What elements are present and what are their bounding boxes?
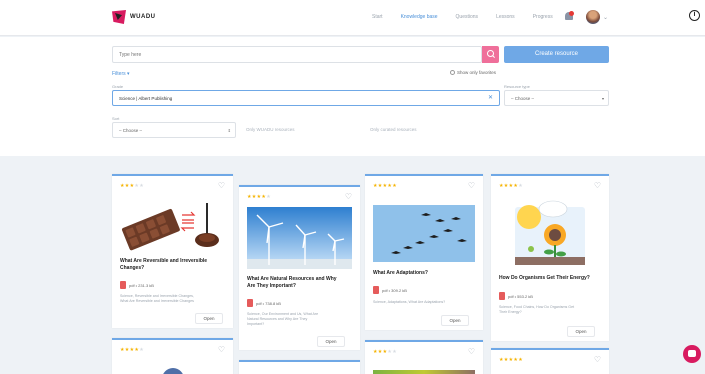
nav-lessons[interactable]: Lessons [496, 14, 515, 20]
favorites-checkbox[interactable]: Show only favorites [450, 70, 496, 75]
open-button[interactable]: Open [317, 336, 345, 347]
logo-text: WUADU [130, 14, 156, 20]
rating-stars: ★★★★★ [247, 194, 271, 200]
resource-card[interactable]: ★★★★★ ♡ How Do Organisms Get Their Energ… [491, 174, 609, 341]
card-title[interactable]: What Are Reversible and Irreversible Chan… [120, 258, 207, 272]
chat-icon[interactable] [683, 345, 701, 363]
star-icon: ★ [266, 194, 271, 200]
info-icon[interactable]: i [689, 10, 700, 21]
star-icon: ★ [518, 183, 523, 189]
sort-label: Sort [112, 116, 120, 121]
nav-questions[interactable]: Questions [456, 14, 479, 20]
card-thumbnail [515, 200, 585, 265]
card-thumbnail [122, 203, 219, 251]
rating-stars: ★★★★★ [120, 347, 144, 353]
search-input[interactable] [112, 46, 482, 63]
logo[interactable]: WUADU [112, 10, 156, 24]
top-bar: WUADU Start Knowledge base Questions Les… [0, 0, 705, 36]
card-thumbnail [373, 205, 475, 262]
nav-start[interactable]: Start [372, 14, 383, 20]
filters-toggle[interactable]: Filters ▾ [112, 71, 130, 77]
rating-stars: ★★★★★ [120, 183, 144, 189]
pdf-icon [373, 286, 379, 294]
close-icon[interactable]: ✕ [488, 94, 493, 101]
nav-progress[interactable]: Progress [533, 14, 553, 20]
open-button[interactable]: Open [195, 313, 223, 324]
card-thumbnail [162, 368, 184, 374]
card-title[interactable]: What Are Adaptations? [373, 270, 428, 277]
grade-label: Grade [112, 84, 124, 89]
card-tags: Science, Our Environment and Us, What Ar… [247, 312, 319, 326]
rating-stars: ★★★★★ [373, 349, 397, 355]
resource-type-value: – Choose – [511, 96, 535, 101]
file-info: pdf • 309.2 kB [373, 286, 407, 294]
file-info: pdf • 553.2 kB [499, 292, 533, 300]
open-button[interactable]: Open [567, 326, 595, 337]
card-tags: Science, Reversible and Irreversible Cha… [120, 294, 194, 303]
create-resource-button[interactable]: Create resource [504, 46, 609, 63]
pdf-icon [499, 292, 505, 300]
resource-type-label: Resource type [504, 84, 530, 89]
resource-card[interactable]: ★★★★★ ♡ [491, 348, 609, 374]
checkbox-icon [450, 70, 455, 75]
sort-select[interactable]: – Choose – ⇕ [112, 122, 236, 138]
chevron-down-icon: ▾ [601, 96, 604, 101]
card-thumbnail [247, 207, 352, 269]
pdf-icon [247, 299, 253, 307]
chevron-down-icon[interactable]: ⌄ [603, 14, 608, 21]
resource-type-select[interactable]: – Choose – ▾ [504, 90, 609, 106]
pdf-icon [120, 281, 126, 289]
star-icon: ★ [392, 349, 397, 355]
rating-stars: ★★★★★ [499, 183, 523, 189]
file-info: pdf • 231.3 kB [120, 281, 154, 289]
open-button[interactable]: Open [441, 315, 469, 326]
toggle-wuadu-resources[interactable]: Only WUADU resources [246, 127, 295, 132]
favorite-heart-icon[interactable]: ♡ [218, 181, 225, 190]
resource-card[interactable]: ★★★★★ ♡ [112, 338, 233, 374]
logo-icon [112, 10, 126, 24]
search-button[interactable] [482, 46, 499, 63]
card-title[interactable]: What Are Natural Resources and Why Are Th… [247, 276, 337, 290]
grade-input[interactable]: Science | Albert Publishing [112, 90, 500, 106]
resource-card[interactable] [239, 360, 360, 374]
card-thumbnail [373, 370, 475, 374]
favorite-heart-icon[interactable]: ♡ [218, 345, 225, 354]
filter-panel: Create resource Filters ▾ Show only favo… [0, 37, 705, 156]
resource-card[interactable]: ★★★★★ ♡ What Are Reversible and Irrevers… [112, 174, 233, 328]
resource-card[interactable]: ★★★★★ ♡ What Are Adaptations? pdf • 309.… [365, 174, 483, 330]
card-title[interactable]: How Do Organisms Get Their Energy? [499, 275, 590, 282]
avatar[interactable] [586, 10, 600, 24]
star-icon: ★ [392, 183, 397, 189]
file-info: pdf • 738.8 kB [247, 299, 281, 307]
sort-arrows-icon: ⇕ [227, 128, 231, 133]
rating-stars: ★★★★★ [499, 357, 523, 363]
main-nav: Start Knowledge base Questions Lessons P… [372, 14, 553, 20]
resource-card[interactable]: ★★★★★ ♡ [365, 340, 483, 374]
nav-knowledge-base[interactable]: Knowledge base [401, 14, 438, 20]
favorite-heart-icon[interactable]: ♡ [594, 181, 601, 190]
favorites-label: Show only favorites [457, 70, 497, 75]
favorite-heart-icon[interactable]: ♡ [345, 192, 352, 201]
favorite-heart-icon[interactable]: ♡ [594, 355, 601, 364]
card-tags: Science, Food Chains, How Do Organisms G… [499, 305, 575, 314]
notification-badge [569, 11, 574, 16]
favorite-heart-icon[interactable]: ♡ [468, 347, 475, 356]
favorite-heart-icon[interactable]: ♡ [468, 181, 475, 190]
star-icon: ★ [139, 183, 144, 189]
sort-value: – Choose – [119, 128, 143, 133]
resource-grid: ★★★★★ ♡ What Are Reversible and Irrevers… [0, 158, 705, 374]
star-icon: ★ [518, 357, 523, 363]
toggle-curated-resources[interactable]: Only curated resources [370, 127, 417, 132]
rating-stars: ★★★★★ [373, 183, 397, 189]
notification-bell-icon[interactable] [565, 11, 575, 21]
resource-card[interactable]: ★★★★★ ♡ What Are Natural Resources and W… [239, 185, 360, 350]
card-tags: Science, Adaptations, What Are Adaptatio… [373, 300, 446, 304]
star-icon: ★ [139, 347, 144, 353]
